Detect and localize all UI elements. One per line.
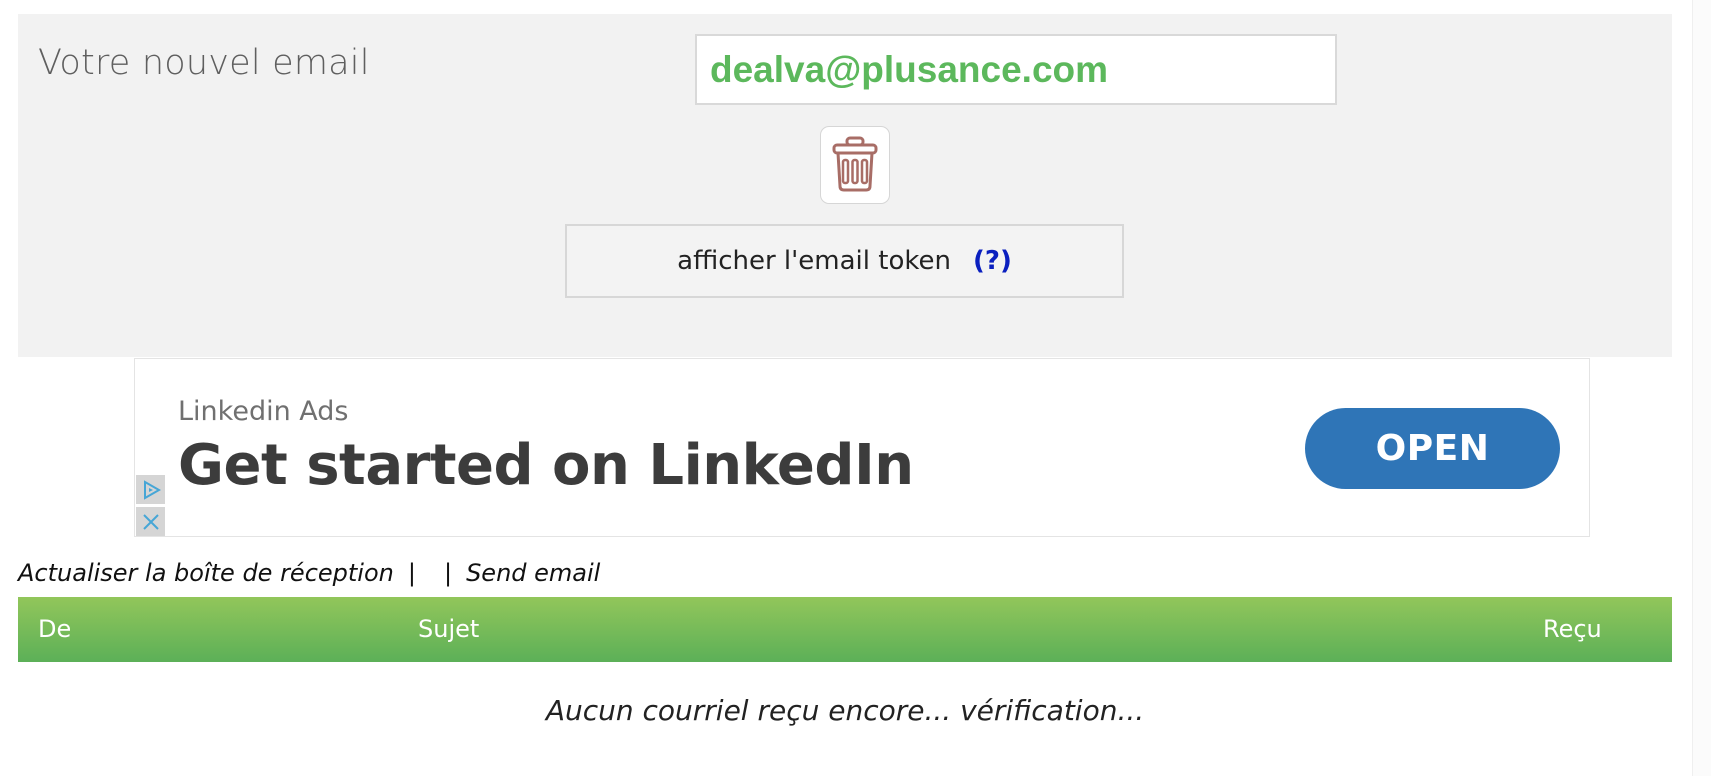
inbox-actions: Actualiser la boîte de réception | | Sen… <box>18 558 600 588</box>
column-received: Reçu <box>1543 615 1602 643</box>
email-label: Votre nouvel email <box>38 43 370 83</box>
inbox-table-header: De Sujet Reçu <box>18 597 1672 662</box>
show-email-token-button[interactable]: afficher l'email token (?) <box>565 224 1124 298</box>
separator: | <box>407 559 416 587</box>
show-token-label: afficher l'email token <box>677 246 951 276</box>
ad-source: Linkedin Ads <box>178 396 349 427</box>
ad-headline[interactable]: Get started on LinkedIn <box>178 433 914 498</box>
email-address-field[interactable]: dealva@plusance.com <box>695 34 1337 105</box>
send-email-link[interactable]: Send email <box>466 559 600 587</box>
email-panel: Votre nouvel email dealva@plusance.com a… <box>18 14 1672 357</box>
column-subject: Sujet <box>418 615 480 643</box>
email-address-value[interactable]: dealva@plusance.com <box>710 49 1108 91</box>
trash-icon <box>831 136 879 195</box>
delete-email-button[interactable] <box>820 126 890 204</box>
separator: | <box>443 559 453 587</box>
adchoices-icon[interactable] <box>136 475 165 504</box>
ad-open-button[interactable]: OPEN <box>1305 408 1560 489</box>
token-help-link[interactable]: (?) <box>973 246 1012 276</box>
page-scrollbar[interactable] <box>1692 0 1711 776</box>
refresh-inbox-link[interactable]: Actualiser la boîte de réception <box>18 559 394 587</box>
column-from: De <box>38 615 72 643</box>
close-icon[interactable] <box>136 507 165 536</box>
ad-banner[interactable]: Linkedin Ads Get started on LinkedIn OPE… <box>134 358 1590 537</box>
empty-inbox-message: Aucun courriel reçu encore... vérificati… <box>545 694 1145 727</box>
